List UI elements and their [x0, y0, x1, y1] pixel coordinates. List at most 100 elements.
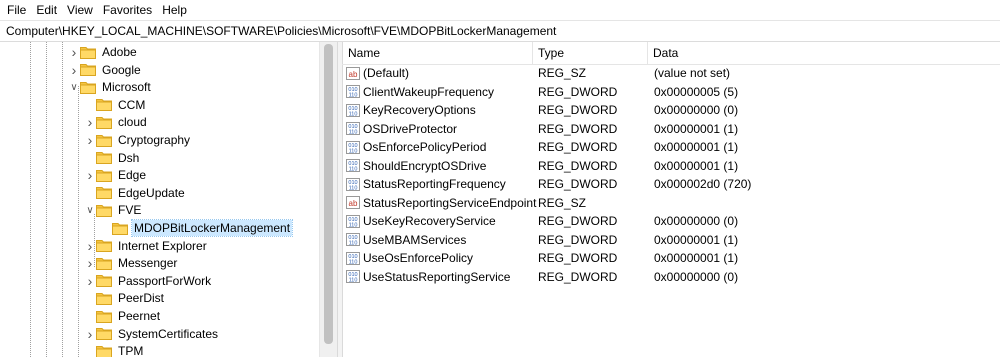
folder-icon [96, 292, 112, 305]
column-header-type[interactable]: Type [532, 42, 647, 64]
svg-text:ab: ab [349, 70, 358, 79]
value-name: UseStatusReportingService [363, 269, 511, 284]
tree-node-label: Adobe [102, 45, 137, 59]
column-header-data[interactable]: Data [647, 42, 1000, 64]
value-row[interactable]: 010 110 UseMBAMServices REG_DWORD 0x00000001… [342, 231, 1000, 249]
value-name-cell: 010 110 KeyRecoveryOptions [346, 101, 476, 119]
value-name-cell: 010 110 UseKeyRecoveryService [346, 212, 496, 230]
value-row[interactable]: 010 110 ClientWakeupFrequency REG_DWORD 0x00… [342, 83, 1000, 101]
tree-node[interactable]: EdgeUpdate [84, 184, 187, 202]
value-row[interactable]: 010 110 UseStatusReportingService REG_DWORD… [342, 268, 1000, 286]
value-name: ShouldEncryptOSDrive [363, 158, 487, 173]
value-name: OsEnforcePolicyPeriod [363, 140, 487, 154]
folder-icon [96, 152, 112, 165]
value-type: REG_DWORD [538, 158, 618, 173]
value-name-cell: 010 110 StatusReportingFrequency [346, 175, 506, 193]
binary-value-icon: 010110 [346, 214, 360, 228]
chevron-right-icon[interactable]: › [84, 325, 96, 343]
svg-text:110: 110 [349, 241, 358, 247]
tree-node-label: Cryptography [118, 133, 191, 147]
tree-node[interactable]: MDOPBitLockerManagement [100, 219, 294, 237]
chevron-down-icon[interactable]: ∨ [68, 78, 80, 96]
value-name: UseKeyRecoveryService [363, 214, 496, 228]
folder-icon [80, 64, 96, 77]
menu-edit[interactable]: Edit [32, 3, 63, 17]
chevron-right-icon[interactable]: › [84, 272, 96, 290]
values-list: Name Type Data ab (Default) REG_SZ (value n… [342, 42, 1000, 357]
tree-node[interactable]: Peernet [84, 307, 162, 325]
chevron-right-icon[interactable]: › [68, 61, 80, 79]
svg-text:110: 110 [349, 278, 358, 284]
binary-value-icon: 010110 [346, 177, 360, 191]
chevron-right-icon[interactable]: › [84, 113, 96, 131]
value-row[interactable]: ab (Default) REG_SZ (value not set) [342, 64, 1000, 82]
tree-node[interactable]: › Edge [84, 166, 148, 184]
menu-favorites[interactable]: Favorites [99, 3, 158, 17]
value-row[interactable]: 010 110 UseOsEnforcePolicy REG_DWORD 0x00000… [342, 249, 1000, 267]
value-row[interactable]: 010 110 ShouldEncryptOSDrive REG_DWORD 0x000… [342, 157, 1000, 175]
address-bar[interactable]: Computer\HKEY_LOCAL_MACHINE\SOFTWARE\Pol… [0, 20, 1000, 42]
tree-node[interactable]: › Messenger [84, 254, 179, 272]
tree-node-label: PeerDist [118, 291, 165, 306]
tree-node-label: cloud [118, 115, 147, 130]
folder-icon [96, 328, 112, 341]
value-data: 0x000002d0 (720) [654, 177, 752, 191]
value-row[interactable]: 010 110 StatusReportingFrequency REG_DWORD 0… [342, 175, 1000, 193]
value-row[interactable]: 010 110 UseKeyRecoveryService REG_DWORD 0x00… [342, 212, 1000, 230]
address-path[interactable]: Computer\HKEY_LOCAL_MACHINE\SOFTWARE\Pol… [6, 24, 556, 38]
value-row[interactable]: ab StatusReportingServiceEndpoint REG_SZ [342, 194, 1000, 212]
value-name-cell: 010 110 UseStatusReportingService [346, 268, 510, 286]
folder-icon [96, 310, 112, 323]
chevron-right-icon[interactable]: › [84, 254, 96, 272]
svg-text:110: 110 [349, 148, 358, 154]
chevron-down-icon[interactable]: ∨ [84, 201, 96, 219]
menu-view[interactable]: View [63, 3, 99, 17]
tree-scrollbar-thumb[interactable] [324, 44, 333, 344]
tree-guide-line [78, 86, 79, 357]
folder-icon [96, 134, 112, 147]
tree-node[interactable]: › SystemCertificates [84, 325, 220, 343]
tree-node[interactable]: PeerDist [84, 289, 166, 307]
binary-value-icon: 010110 [346, 122, 360, 135]
value-data: 0x00000000 (0) [654, 269, 739, 284]
tree-node[interactable]: › Google [68, 61, 143, 79]
value-name-cell: 010 110 ShouldEncryptOSDrive [346, 157, 486, 175]
tree-scrollbar[interactable] [319, 42, 337, 357]
menu-help[interactable]: Help [158, 3, 193, 17]
value-type: REG_SZ [538, 66, 587, 80]
tree-node[interactable]: › Cryptography [84, 131, 192, 149]
chevron-right-icon[interactable]: › [84, 237, 96, 255]
chevron-right-icon[interactable]: › [84, 131, 96, 149]
value-data: 0x00000001 (1) [654, 140, 739, 154]
tree-node[interactable]: ∨ FVE [84, 201, 143, 219]
menu-file[interactable]: File [3, 3, 32, 17]
tree-guide-line [30, 42, 31, 357]
value-name: StatusReportingServiceEndpoint [363, 195, 537, 210]
tree-node[interactable]: › cloud [84, 113, 149, 131]
tree-node[interactable]: › Internet Explorer [84, 237, 209, 255]
binary-value-icon: 010110 [346, 270, 360, 283]
tree-node[interactable]: CCM [84, 96, 147, 114]
tree-node[interactable]: Dsh [84, 149, 141, 167]
binary-value-icon: 010110 [346, 103, 360, 117]
value-row[interactable]: 010 110 OSDriveProtector REG_DWORD 0x0000000… [342, 120, 1000, 138]
tree-node[interactable]: TPM [84, 342, 145, 357]
value-row[interactable]: 010 110 OsEnforcePolicyPeriod REG_DWORD 0x00… [342, 138, 1000, 156]
tree-node[interactable]: › PassportForWork [84, 272, 213, 290]
tree-node-label: CCM [118, 97, 146, 112]
string-value-icon: ab [346, 66, 360, 80]
tree-node[interactable]: ∨ Microsoft [68, 78, 153, 96]
value-type: REG_DWORD [538, 140, 618, 154]
value-name: ClientWakeupFrequency [363, 84, 494, 99]
tree-node-label: Internet Explorer [118, 238, 207, 253]
column-header-name[interactable]: Name [342, 42, 532, 64]
chevron-right-icon[interactable]: › [68, 43, 80, 61]
value-row[interactable]: 010 110 KeyRecoveryOptions REG_DWORD 0x00000… [342, 101, 1000, 119]
value-name-cell: ab StatusReportingServiceEndpoint [346, 194, 536, 212]
chevron-right-icon[interactable]: › [84, 166, 96, 184]
svg-text:110: 110 [349, 222, 358, 228]
tree-node[interactable]: › Adobe [68, 43, 139, 61]
